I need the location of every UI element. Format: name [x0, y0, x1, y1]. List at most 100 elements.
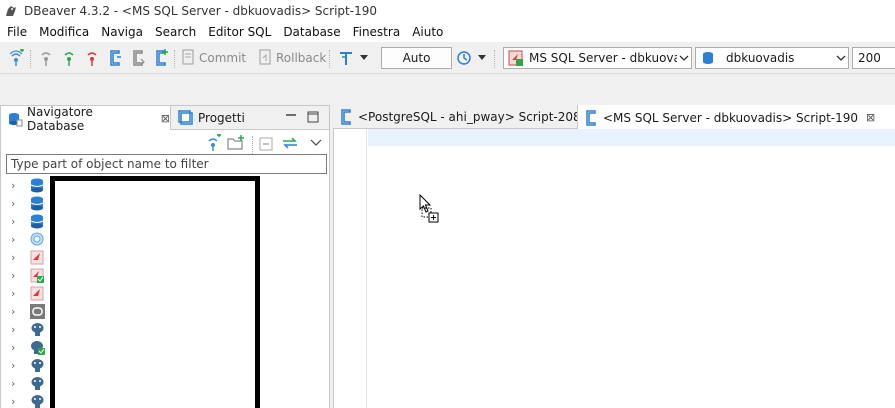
chevron-right-icon[interactable]: › [11, 377, 23, 390]
rollback-button[interactable]: Rollback [258, 48, 327, 68]
active-connection-value: MS SQL Server - dbkuovadi [529, 51, 677, 65]
drag-copy-cursor-icon [419, 193, 443, 226]
main-toolbar: Commit Rollback Auto MS SQL Server - dbk… [0, 42, 895, 74]
chevron-right-icon[interactable]: › [11, 287, 23, 300]
database-navigator-icon [7, 111, 23, 127]
maximize-icon[interactable] [306, 110, 320, 124]
sql-server-icon [508, 50, 524, 66]
generic-database-icon [29, 303, 45, 319]
chevron-down-icon [834, 48, 848, 68]
menu-finestra[interactable]: Finestra [347, 22, 407, 42]
link-with-editor-icon[interactable] [281, 134, 299, 152]
commit-button[interactable]: Commit [181, 48, 247, 68]
sql-editor[interactable] [333, 129, 895, 408]
sql-script-icon [584, 109, 598, 126]
transaction-mode-icon[interactable] [337, 49, 355, 67]
postgresql-icon [29, 357, 45, 373]
dbeaver-beaver-icon [3, 3, 19, 19]
menu-aiuto[interactable]: Aiuto [406, 22, 449, 42]
menu-naviga[interactable]: Naviga [95, 22, 149, 42]
database-icon [29, 195, 45, 211]
chevron-down-icon[interactable] [476, 49, 488, 67]
view-menu-icon[interactable] [309, 134, 323, 152]
chevron-right-icon[interactable]: › [11, 323, 23, 336]
navigator-filter-input[interactable]: Type part of object name to filter [6, 154, 327, 174]
window-title: DBeaver 4.3.2 - <MS SQL Server - dbkuova… [24, 4, 377, 18]
postgresql-icon [29, 375, 45, 391]
rollback-label: Rollback [276, 51, 327, 65]
database-icon [29, 213, 45, 229]
tab-label: Navigatore Database [27, 104, 93, 133]
commit-label: Commit [199, 51, 247, 65]
left-panel-tabs: Navigatore Database ⊠ Progetti [1, 104, 329, 133]
toolbar-separator [174, 50, 175, 68]
close-icon[interactable]: ⊠ [161, 112, 170, 125]
title-bar: DBeaver 4.3.2 - <MS SQL Server - dbkuova… [0, 0, 895, 22]
tab-progetti[interactable]: Progetti [172, 106, 245, 130]
disconnect-icon[interactable] [37, 49, 55, 67]
result-limit-input[interactable]: 200 [852, 47, 895, 69]
tab-label: <MS SQL Server - dbkuovadis> Script-190 [603, 110, 859, 125]
projects-icon [178, 110, 194, 126]
transaction-log-icon[interactable] [455, 49, 473, 67]
new-connection-icon[interactable] [204, 134, 222, 152]
tab-navigatore-database[interactable]: Navigatore Database ⊠ [1, 104, 171, 133]
commit-icon [181, 48, 195, 68]
toolbar-separator [252, 136, 253, 154]
chevron-right-icon[interactable]: › [11, 395, 23, 408]
menu-search[interactable]: Search [149, 22, 202, 42]
current-line-highlight [368, 129, 895, 146]
collapse-all-icon[interactable] [258, 134, 276, 152]
chevron-right-icon[interactable]: › [11, 251, 23, 264]
active-database-value: dbkuovadis [726, 51, 795, 65]
new-folder-icon[interactable] [227, 134, 245, 152]
minimize-icon[interactable] [284, 110, 298, 124]
chevron-right-icon[interactable]: › [11, 197, 23, 210]
chevron-right-icon[interactable]: › [11, 179, 23, 192]
chevron-right-icon[interactable]: › [11, 269, 23, 282]
rollback-icon [258, 48, 272, 68]
search-database-icon [29, 231, 45, 247]
tab-script-208[interactable]: <PostgreSQL - ahi_pway> Script-208 [333, 105, 581, 129]
database-navigator-panel: Navigatore Database ⊠ Progetti Type part… [0, 105, 330, 408]
menu-editor-sql[interactable]: Editor SQL [202, 22, 277, 42]
chevron-down-icon[interactable] [358, 49, 370, 67]
toolbar-separator [494, 50, 495, 68]
menu-modifica[interactable]: Modifica [33, 22, 95, 42]
active-connection-selector[interactable]: MS SQL Server - dbkuovadi [503, 47, 692, 69]
sql-editor-icon[interactable] [106, 49, 124, 67]
database-icon [29, 177, 45, 193]
postgresql-icon [29, 393, 45, 408]
chevron-right-icon[interactable]: › [11, 233, 23, 246]
new-connection-icon[interactable] [7, 49, 25, 67]
menu-bar: File Modifica Naviga Search Editor SQL D… [0, 22, 895, 42]
editor-tabs: <PostgreSQL - ahi_pway> Script-208 <MS S… [333, 105, 895, 130]
chevron-right-icon[interactable]: › [11, 359, 23, 372]
new-sql-script-icon[interactable] [152, 49, 170, 67]
sql-server-icon [29, 285, 45, 301]
chevron-right-icon[interactable]: › [11, 215, 23, 228]
postgresql-connected-icon [29, 339, 45, 355]
disconnect-all-icon[interactable] [83, 49, 101, 67]
menu-file[interactable]: File [0, 22, 33, 42]
active-database-selector[interactable]: dbkuovadis [695, 47, 849, 69]
chevron-right-icon[interactable]: › [11, 305, 23, 318]
chevron-down-icon [677, 48, 691, 68]
toolbar-separator [329, 50, 330, 68]
chevron-right-icon[interactable]: › [11, 341, 23, 354]
open-sql-script-icon[interactable] [129, 49, 147, 67]
close-icon[interactable]: ⊠ [866, 111, 875, 124]
editor-gutter [334, 129, 367, 408]
postgresql-icon [29, 321, 45, 337]
toolbar-separator [30, 50, 31, 68]
transaction-mode-button[interactable]: Auto [381, 47, 452, 69]
tab-script-190[interactable]: <MS SQL Server - dbkuovadis> Script-190 … [577, 105, 895, 130]
menu-database[interactable]: Database [277, 22, 346, 42]
database-icon [700, 50, 716, 66]
tab-label: Progetti [198, 111, 245, 125]
reconnect-icon[interactable] [60, 49, 78, 67]
navigator-toolbar [1, 130, 329, 154]
sql-server-connected-icon [29, 267, 45, 283]
tab-label: <PostgreSQL - ahi_pway> Script-208 [358, 110, 581, 124]
sql-script-icon [339, 109, 353, 125]
